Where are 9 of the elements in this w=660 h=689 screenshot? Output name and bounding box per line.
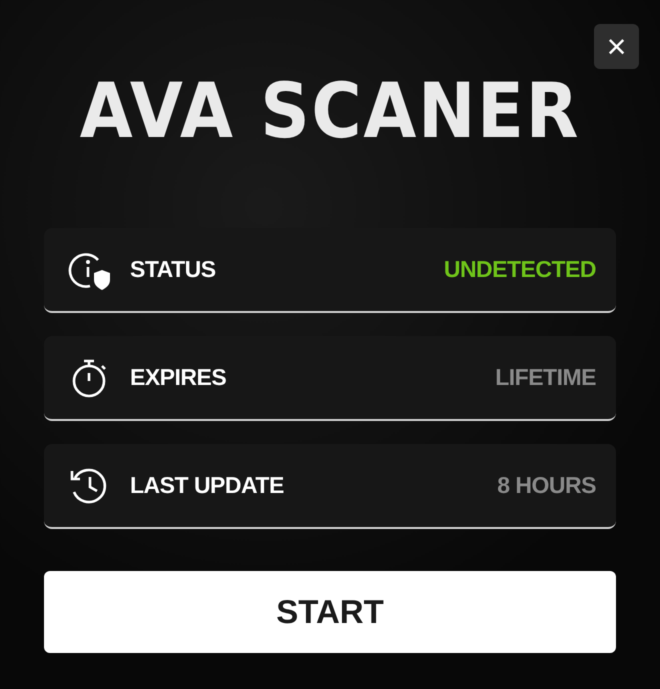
info-value: UNDETECTED (444, 256, 596, 283)
info-label: LAST UPDATE (130, 472, 285, 499)
start-button[interactable]: START (44, 571, 616, 653)
info-value: 8 HOURS (497, 472, 596, 499)
close-button[interactable]: × (594, 24, 639, 69)
app-title: AVA SCANER (80, 72, 580, 150)
info-value: LIFETIME (495, 364, 596, 391)
info-label: STATUS (130, 256, 217, 283)
info-label: EXPIRES (130, 364, 228, 391)
